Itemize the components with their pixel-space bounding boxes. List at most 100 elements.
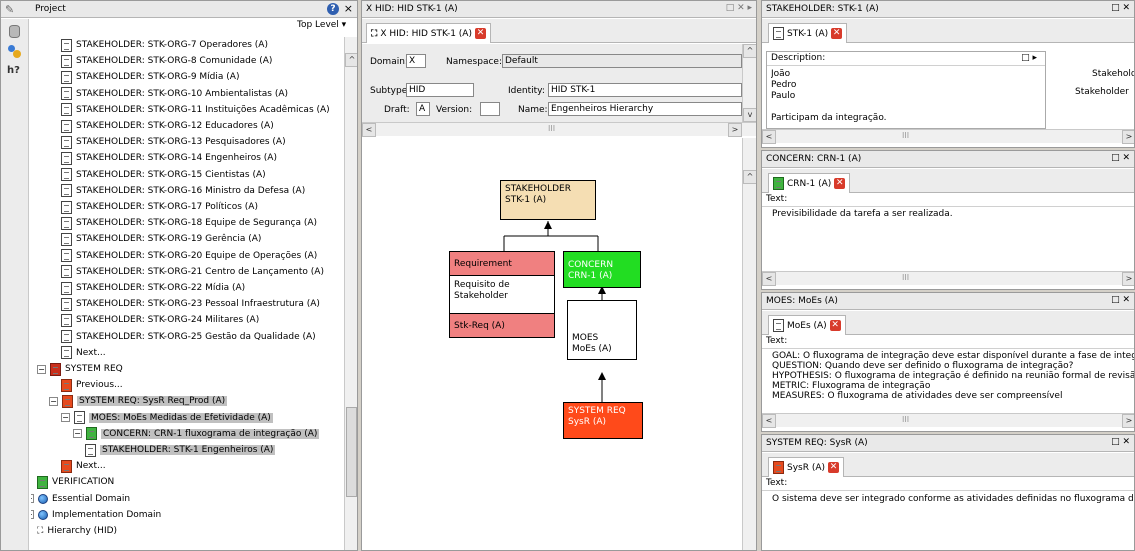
tree-item[interactable]: STAKEHOLDER: STK-1 Engenheiros (A) <box>85 442 276 458</box>
top-level-dropdown[interactable]: Top Level ▾ <box>297 20 346 30</box>
tree-item[interactable]: STAKEHOLDER: STK-ORG-17 Políticos (A) <box>61 199 258 215</box>
stakeholder-node[interactable]: STAKEHOLDER STK-1 (A) <box>500 180 596 220</box>
tree-item[interactable]: Next... <box>61 458 106 474</box>
document-icon <box>85 443 96 457</box>
requirement-node[interactable]: Requirement Requisito de Stakeholder Stk… <box>449 251 555 338</box>
description-label: Description: <box>767 52 1045 66</box>
moes-node[interactable]: MOES MoEs (A) <box>567 300 637 360</box>
hid-diagram-vscroll[interactable]: ^ <box>742 138 756 550</box>
domain-field[interactable]: X <box>406 54 426 68</box>
tree-item[interactable]: STAKEHOLDER: STK-ORG-13 Pesquisadores (A… <box>61 134 286 150</box>
stakeholder-scroll-left[interactable]: < <box>762 130 776 144</box>
subtype-field[interactable]: HID <box>406 83 474 97</box>
scroll-up-button[interactable]: ^ <box>345 53 357 67</box>
collapse-icon[interactable]: − <box>37 364 46 374</box>
tree-item[interactable]: − CONCERN: CRN-1 fluxograma de integração… <box>73 426 320 442</box>
tree-item[interactable]: STAKEHOLDER: STK-ORG-16 Ministro da Defe… <box>61 183 305 199</box>
concern-text[interactable]: Previsibilidade da tarefa a ser realizad… <box>772 209 1132 220</box>
maximize-icon[interactable]: □ ✕ <box>1111 153 1130 163</box>
tree-item[interactable]: + Implementation Domain <box>31 507 161 523</box>
diagram-scroll-up[interactable]: ^ <box>743 170 756 184</box>
tree-item[interactable]: − SYSTEM REQ <box>37 361 123 377</box>
tree-item[interactable]: STAKEHOLDER: STK-ORG-11 Instituições Aca… <box>61 102 330 118</box>
tree-item[interactable]: STAKEHOLDER: STK-ORG-15 Cientistas (A) <box>61 167 266 183</box>
stakeholder-hscroll[interactable]: < III > <box>762 129 1134 144</box>
moes-text[interactable]: GOAL: O fluxograma de integração deve es… <box>772 351 1134 401</box>
moes-scroll-right[interactable]: > <box>1122 414 1134 428</box>
concern-hscroll[interactable]: < III > <box>762 271 1134 286</box>
tree-item[interactable]: − MOES: MoEs Medidas de Efetividade (A) <box>61 410 273 426</box>
sysreq-tab[interactable]: SysR (A) ✕ <box>768 457 845 477</box>
identity-field[interactable]: HID STK-1 <box>548 83 742 97</box>
cylinder-icon[interactable] <box>9 25 20 38</box>
maximize-icon[interactable]: □ ✕ <box>1111 437 1130 447</box>
scroll-thumb[interactable] <box>346 407 357 497</box>
name-field[interactable]: Engenheiros Hierarchy <box>548 102 742 116</box>
tree-item[interactable]: STAKEHOLDER: STK-ORG-19 Gerência (A) <box>61 231 261 247</box>
expand-icon[interactable]: + <box>31 510 34 520</box>
form-scroll-right[interactable]: > <box>728 123 742 137</box>
tree-item[interactable]: STAKEHOLDER: STK-ORG-23 Pessoal Infraest… <box>61 296 320 312</box>
tree-item[interactable]: STAKEHOLDER: STK-ORG-7 Operadores (A) <box>61 37 268 53</box>
draft-field[interactable]: A <box>416 102 430 116</box>
tree-item[interactable]: STAKEHOLDER: STK-ORG-18 Equipe de Segura… <box>61 215 317 231</box>
form-scroll-up[interactable]: ^ <box>743 44 756 58</box>
collapse-icon[interactable]: − <box>49 396 58 406</box>
tree-item[interactable]: STAKEHOLDER: STK-ORG-22 Mídia (A) <box>61 280 245 296</box>
tree-item-label: STAKEHOLDER: STK-ORG-14 Engenheiros (A) <box>76 153 277 164</box>
moes-node-line1: MOES <box>572 333 599 343</box>
moes-scroll-left[interactable]: < <box>762 414 776 428</box>
moes-tab[interactable]: MoEs (A) ✕ <box>768 315 846 335</box>
expand-icon[interactable]: + <box>31 494 34 504</box>
sysreq-node[interactable]: SYSTEM REQ SysR (A) <box>563 402 643 439</box>
help-icon[interactable]: ? <box>327 3 339 15</box>
version-field[interactable] <box>480 102 500 116</box>
tree-item[interactable]: ⛶ Hierarchy (HID) <box>37 523 117 539</box>
description-text[interactable]: João Pedro Paulo Participam da integraçã… <box>771 69 1041 127</box>
form-scroll-down[interactable]: v <box>743 108 756 122</box>
sysreq-text[interactable]: O sistema deve ser integrado conforme as… <box>772 494 1134 505</box>
tree-item[interactable]: STAKEHOLDER: STK-ORG-21 Centro de Lançam… <box>61 264 324 280</box>
tree-item[interactable]: Previous... <box>61 377 123 393</box>
maximize-icon[interactable]: □ ✕ <box>1111 295 1130 305</box>
concern-node[interactable]: CONCERN CRN-1 (A) <box>563 251 641 288</box>
stakeholder-tab[interactable]: STK-1 (A) ✕ <box>768 23 848 43</box>
collapse-icon[interactable]: − <box>61 413 70 423</box>
tree-item[interactable]: Next... <box>61 345 106 361</box>
close-tab-icon[interactable]: ✕ <box>474 28 486 39</box>
namespace-field[interactable]: Default <box>502 54 742 68</box>
description-controls[interactable]: □ ▸ <box>1021 53 1037 63</box>
hid-tab[interactable]: ⛶ X HID: HID STK-1 (A) ✕ <box>366 23 491 43</box>
tree-item[interactable]: STAKEHOLDER: STK-ORG-25 Gestão da Qualid… <box>61 329 316 345</box>
concern-scroll-right[interactable]: > <box>1122 272 1134 286</box>
collapse-icon[interactable]: − <box>73 429 82 439</box>
close-tab-icon[interactable]: ✕ <box>829 320 841 331</box>
hid-form-hscroll[interactable]: < III > <box>362 122 756 137</box>
close-tab-icon[interactable]: ✕ <box>834 178 846 189</box>
concern-tab[interactable]: CRN-1 (A) ✕ <box>768 173 851 193</box>
tree-item[interactable]: VERIFICATION <box>37 474 114 490</box>
form-scroll-left[interactable]: < <box>362 123 376 137</box>
tree-item[interactable]: STAKEHOLDER: STK-ORG-9 Mídia (A) <box>61 69 239 85</box>
hid-tool-icon[interactable]: h? <box>7 65 21 78</box>
hid-window-controls[interactable]: □ ✕ ▸ <box>726 3 752 13</box>
maximize-icon[interactable]: □ ✕ <box>1111 3 1130 13</box>
concern-scroll-left[interactable]: < <box>762 272 776 286</box>
tree-item[interactable]: STAKEHOLDER: STK-ORG-12 Educadores (A) <box>61 118 274 134</box>
tree-item[interactable]: − SYSTEM REQ: SysR Req_Prod (A) <box>49 393 228 409</box>
close-tab-icon[interactable]: ✕ <box>831 28 843 39</box>
sysreq-tab-strip: SysR (A) ✕ <box>762 453 1134 477</box>
moes-hscroll[interactable]: < III > <box>762 413 1134 428</box>
tree-item[interactable]: STAKEHOLDER: STK-ORG-24 Militares (A) <box>61 312 259 328</box>
tree-item[interactable]: + Essential Domain <box>31 491 130 507</box>
project-tree-scrollbar[interactable]: ^ <box>344 37 357 550</box>
tree-item[interactable]: STAKEHOLDER: STK-ORG-10 Ambientalistas (… <box>61 86 288 102</box>
tree-item[interactable]: STAKEHOLDER: STK-ORG-14 Engenheiros (A) <box>61 150 277 166</box>
close-tab-icon[interactable]: ✕ <box>828 462 840 473</box>
tree-item[interactable]: STAKEHOLDER: STK-ORG-20 Equipe de Operaç… <box>61 248 317 264</box>
stakeholder-scroll-right[interactable]: > <box>1122 130 1134 144</box>
hid-form-vscroll[interactable]: ^ v <box>742 44 756 122</box>
people-icon[interactable] <box>7 45 21 58</box>
tree-item[interactable]: STAKEHOLDER: STK-ORG-8 Comunidade (A) <box>61 53 272 69</box>
close-icon[interactable]: × <box>344 2 353 15</box>
